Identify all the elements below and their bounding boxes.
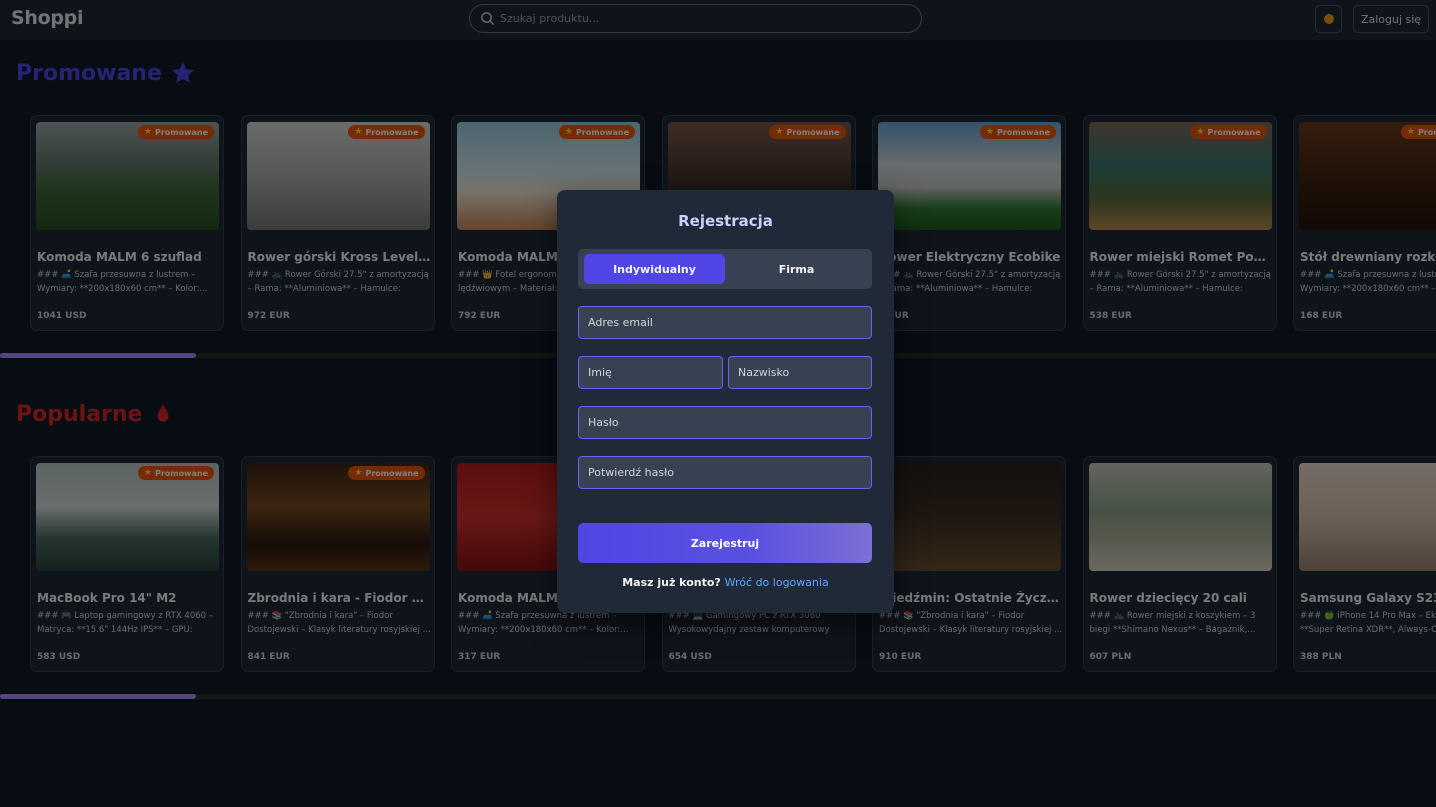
register-button[interactable]: Zarejestruj: [578, 523, 872, 563]
have-account-text: Masz już konto?: [622, 576, 721, 589]
tab-individual[interactable]: Indywidualny: [584, 254, 725, 284]
password-field[interactable]: [578, 406, 872, 439]
first-name-field[interactable]: [578, 356, 723, 389]
confirm-password-field[interactable]: [578, 456, 872, 489]
email-field[interactable]: [578, 306, 872, 339]
modal-title: Rejestracja: [678, 212, 773, 230]
last-name-field[interactable]: [728, 356, 872, 389]
tab-company[interactable]: Firma: [726, 254, 867, 284]
account-type-tabs: Indywidualny Firma: [578, 249, 872, 289]
login-prompt: Masz już konto? Wróć do logowania: [557, 576, 894, 589]
registration-modal: Rejestracja Indywidualny Firma Zarejestr…: [557, 190, 894, 613]
back-to-login-link[interactable]: Wróć do logowania: [725, 576, 829, 589]
